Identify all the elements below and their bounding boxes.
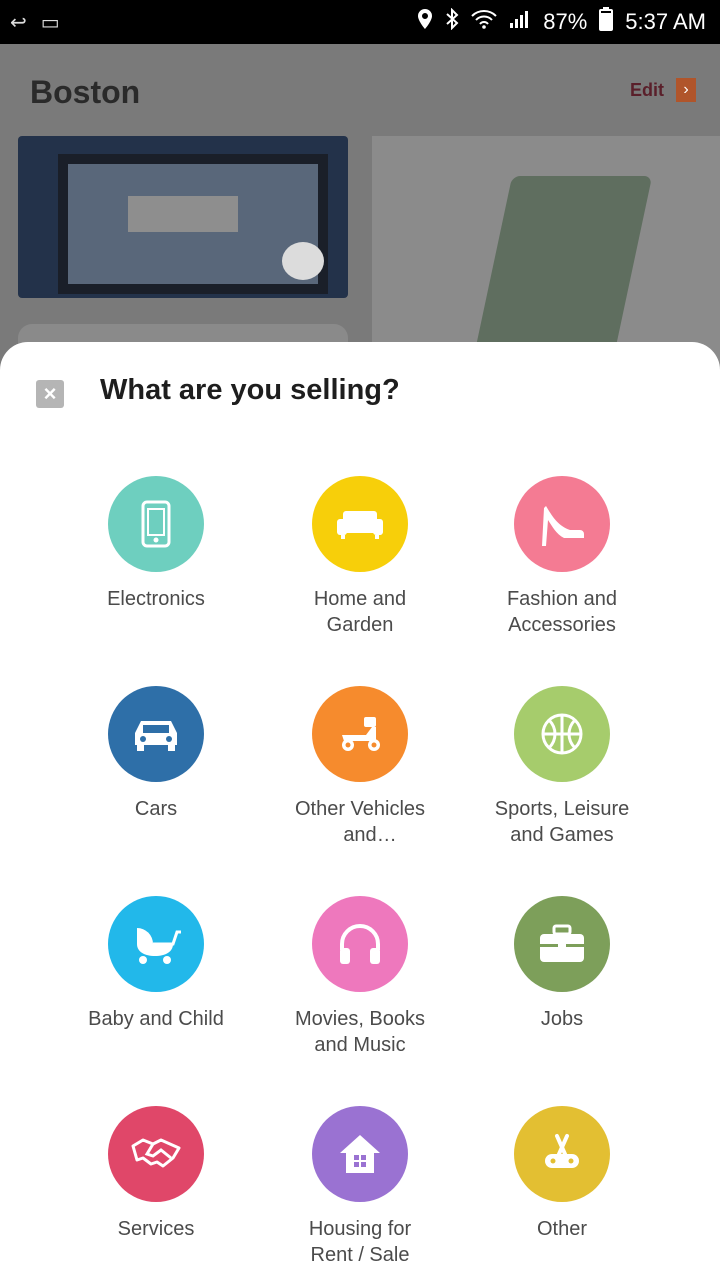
multitool-icon (514, 1106, 610, 1202)
category-fashion[interactable]: Fashion and Accessories (462, 476, 662, 638)
category-label: Other (536, 1218, 588, 1240)
page-title: Boston (30, 74, 141, 110)
category-cars[interactable]: Cars (56, 686, 256, 822)
high-heel-icon (514, 476, 610, 572)
house-icon (312, 1106, 408, 1202)
sofa-icon (312, 476, 408, 572)
category-label: Movies, Books and Music (294, 1008, 426, 1056)
category-services[interactable]: Services (56, 1106, 256, 1242)
category-other[interactable]: Other (462, 1106, 662, 1242)
phone-icon (108, 476, 204, 572)
category-label: Cars (134, 798, 178, 820)
category-sheet: × What are you selling? Electronics Home… (0, 342, 720, 1280)
category-label: Sports, Leisure and Games (494, 798, 630, 846)
category-sports[interactable]: Sports, Leisure and Games (462, 686, 662, 848)
notification-icon: ▭ (40, 11, 60, 34)
handshake-icon (108, 1106, 204, 1202)
category-label: Home and Garden (313, 588, 407, 636)
category-baby-and-child[interactable]: Baby and Child (56, 896, 256, 1032)
background-screen: Boston Edit › (0, 44, 720, 386)
location-icon (417, 8, 433, 36)
battery-icon (599, 7, 614, 37)
plaque-shape (128, 196, 238, 232)
stroller-icon (108, 896, 204, 992)
wifi-icon (471, 9, 497, 35)
signal-icon (509, 9, 531, 35)
category-label: Other Vehicles and Accessories (294, 798, 426, 846)
chevron-right-icon[interactable]: › (676, 78, 696, 102)
car-icon (108, 686, 204, 782)
status-bar: ↩ ▭ 87% 5:37 AM (0, 0, 720, 44)
scooter-icon (312, 686, 408, 782)
heart-icon[interactable] (282, 242, 324, 280)
category-label: Baby and Child (88, 1008, 224, 1030)
back-arrow-icon: ↩ (10, 11, 27, 34)
category-grid: Electronics Home and Garden Fashion and … (0, 342, 720, 1280)
category-electronics[interactable]: Electronics (56, 476, 256, 612)
stand-shape (471, 176, 653, 366)
category-label: Services (117, 1218, 195, 1240)
bluetooth-icon (445, 7, 459, 36)
edit-button[interactable]: Edit (630, 80, 664, 101)
briefcase-icon (514, 896, 610, 992)
category-label: Jobs (540, 1008, 584, 1030)
battery-percent: 87% (543, 9, 588, 34)
basketball-icon (514, 686, 610, 782)
category-movies-books-music[interactable]: Movies, Books and Music (260, 896, 460, 1058)
clock: 5:37 AM (625, 9, 706, 34)
category-label: Electronics (107, 588, 205, 610)
listing-image[interactable] (18, 136, 348, 298)
category-label: Housing for Rent / Sale (308, 1218, 412, 1266)
category-label: Fashion and Accessories (506, 588, 618, 636)
headphones-icon (312, 896, 408, 992)
category-home-and-garden[interactable]: Home and Garden (260, 476, 460, 638)
category-jobs[interactable]: Jobs (462, 896, 662, 1032)
category-other-vehicles[interactable]: Other Vehicles and Accessories (260, 686, 460, 848)
category-housing[interactable]: Housing for Rent / Sale (260, 1106, 460, 1268)
